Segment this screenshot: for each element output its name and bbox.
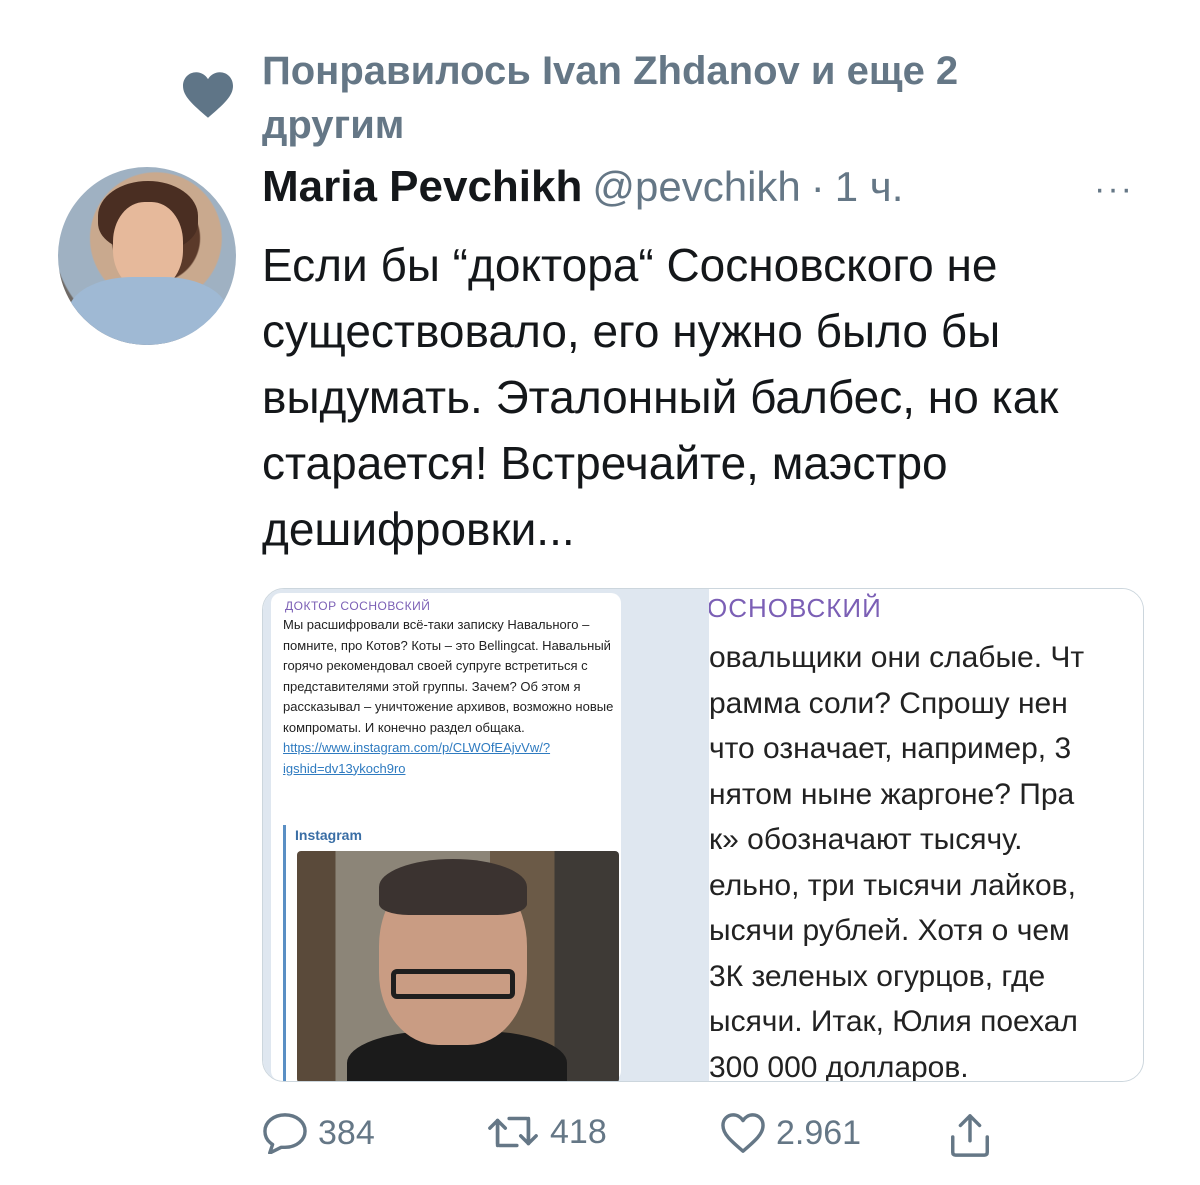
preview-bar [283,825,286,1081]
zoomed-text: овальщики они слабые. Чт рамма соли? Спр… [709,635,1084,1081]
heart-icon [183,72,233,118]
zoomed-line: нятом ныне жаргоне? Пра [709,777,1075,811]
zoomed-line: ысячи рублей. Хотя о чем [709,914,1070,947]
retweet-button[interactable]: 418 [486,1112,607,1152]
author-name[interactable]: Maria Pevchikh [262,162,582,212]
zoomed-line: овальщики они слабые. Чт [709,641,1085,674]
retweet-icon [488,1116,538,1148]
preview-title: Instagram [295,827,362,843]
zoomed-line: что означает, например, 3 [709,732,1072,765]
like-icon [721,1113,765,1153]
reply-count: 384 [318,1113,375,1152]
like-count: 2.961 [776,1113,862,1152]
preview-photo [297,851,619,1081]
reply-button[interactable]: 384 [262,1112,375,1154]
action-bar: 384 418 2.961 [262,1112,1002,1162]
timestamp[interactable]: 1 ч. [835,163,904,211]
telegram-post: ДОКТОР СОСНОВСКИЙ Мы расшифровали всё-та… [271,593,621,1081]
post-body: Мы расшифровали всё-таки записку Навальн… [283,617,614,735]
media-image-left[interactable]: ДОКТОР СОСНОВСКИЙ Мы расшифровали всё-та… [263,589,709,1081]
zoomed-line: 3К зеленых огурцов, где [709,959,1046,993]
author-handle[interactable]: @pevchikh [592,163,800,211]
like-button[interactable]: 2.961 [720,1112,861,1154]
social-context-text[interactable]: Понравилось Ivan Zhdanov и еще 2 другим [262,44,1082,152]
media-attachment[interactable]: ДОКТОР СОСНОВСКИЙ Мы расшифровали всё-та… [262,588,1144,1082]
zoomed-line: ысячи. Итак, Юлия поехал [709,1005,1078,1038]
avatar[interactable] [58,167,236,345]
media-image-right[interactable]: ОСНОВСКИЙ овальщики они слабые. Чт рамма… [709,589,1143,1081]
zoomed-line: ельно, три тысячи лайков, [709,868,1076,902]
share-icon [951,1114,989,1157]
retweet-count: 418 [550,1112,607,1151]
share-button[interactable] [948,1112,992,1158]
zoomed-line: к» обозначают тысячу. [709,823,1023,856]
channel-name: ДОКТОР СОСНОВСКИЙ [285,599,431,613]
post-link[interactable]: https://www.instagram.com/p/CLWOfEAjvVw/… [283,740,550,776]
zoomed-channel-name: ОСНОВСКИЙ [709,593,882,623]
zoomed-line: 300 000 долларов. [709,1050,969,1082]
reply-icon [263,1113,307,1154]
tweet-text: Если бы “доктора“ Сосновского не существ… [262,239,1059,555]
tweet-header: Maria Pevchikh @pevchikh · 1 ч. [262,162,903,222]
more-options-icon[interactable]: ··· [1094,170,1134,209]
zoomed-line: рамма соли? Спрошу нен [709,686,1068,720]
post-text: Мы расшифровали всё-таки записку Навальн… [283,615,619,779]
separator: · [810,163,825,210]
